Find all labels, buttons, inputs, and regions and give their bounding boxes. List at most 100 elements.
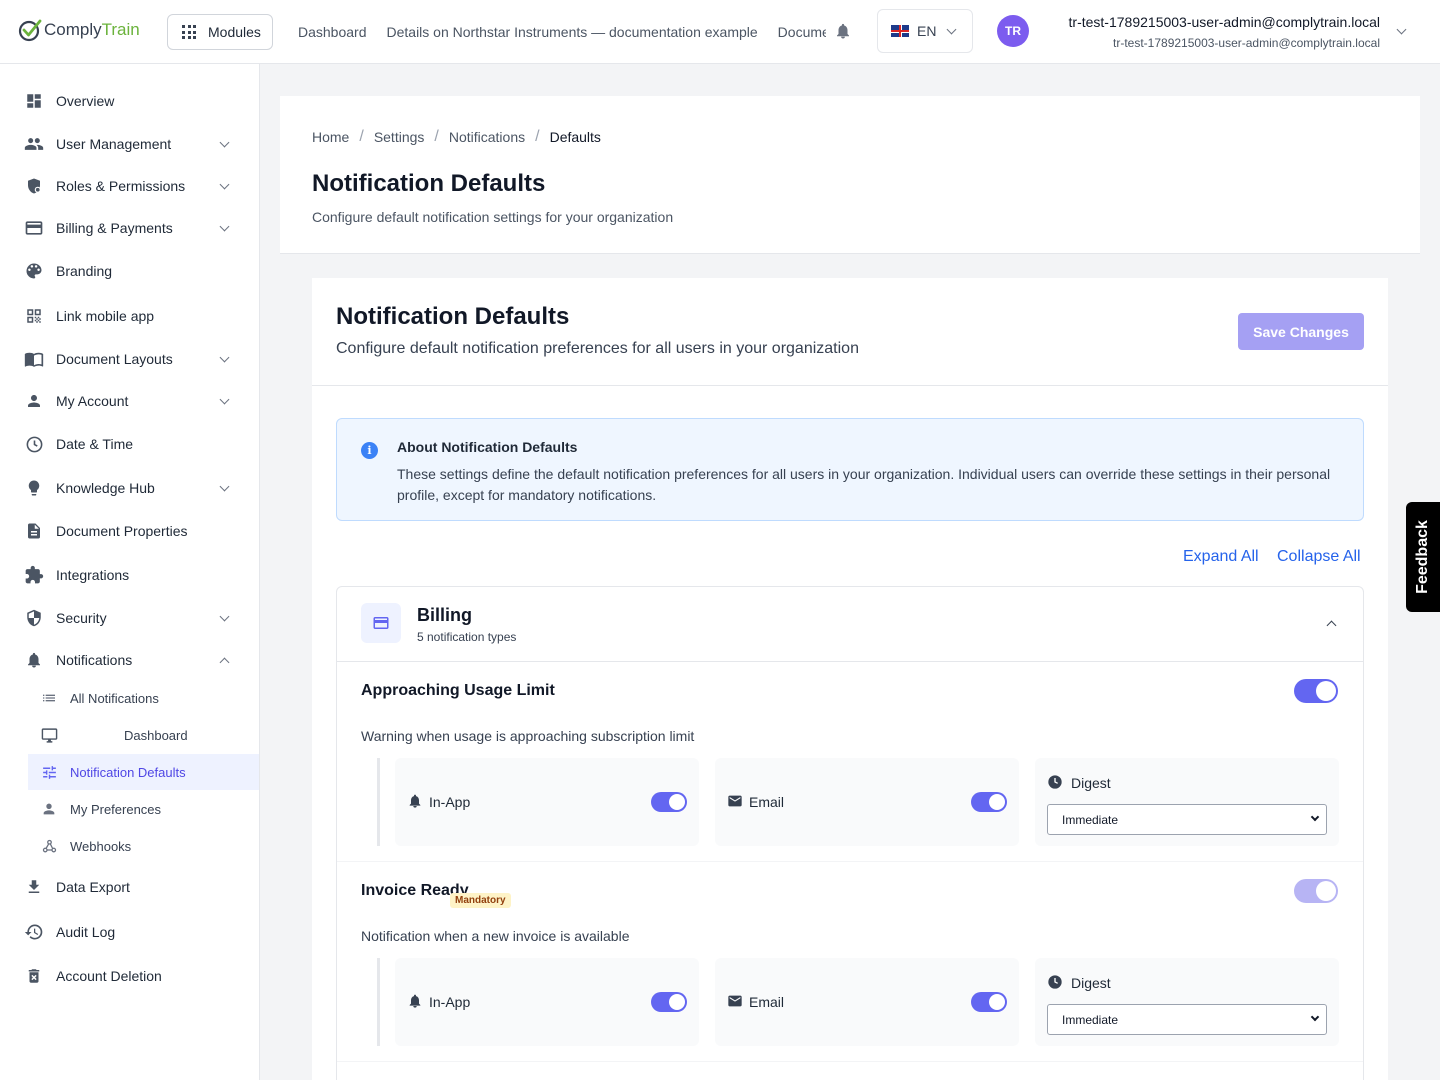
email-channel: Email [715, 758, 1019, 846]
chevron-down-icon [219, 221, 230, 232]
uk-flag-icon [891, 25, 909, 37]
modules-button[interactable]: Modules [167, 14, 273, 50]
clock-icon [24, 434, 44, 454]
brand-name-a: Comply [44, 20, 102, 39]
sidebar-item-label: Date & Time [56, 436, 134, 452]
email-toggle[interactable] [971, 792, 1007, 812]
sidebar-item-security[interactable]: Security [0, 600, 259, 636]
collapse-all-button[interactable]: Collapse All [1277, 548, 1361, 566]
digest-channel: Digest Immediate [1035, 758, 1339, 846]
sidebar-subitem-webhooks[interactable]: Webhooks [28, 828, 259, 864]
sidebar-item-label: Notifications [56, 652, 133, 668]
avatar[interactable]: TR [997, 15, 1029, 47]
sidebar-item-label: Account Deletion [56, 968, 162, 984]
panel-subtitle: Configure default notification preferenc… [336, 340, 859, 357]
sidebar-item-roles-permissions[interactable]: Roles & Permissions [0, 168, 259, 204]
breadcrumb-home[interactable]: Home [312, 129, 349, 145]
sidebar-item-audit-log[interactable]: Audit Log [0, 914, 259, 950]
sidebar-item-label: Branding [56, 263, 113, 279]
modules-label: Modules [208, 24, 261, 40]
digest-label: Digest [1071, 775, 1111, 791]
person-icon [24, 391, 44, 411]
in-app-toggle[interactable] [651, 992, 687, 1012]
grid-icon [182, 25, 196, 39]
sidebar-item-document-layouts[interactable]: Document Layouts [0, 341, 259, 377]
sidebar-item-label: My Account [56, 393, 129, 409]
sidebar-item-integrations[interactable]: Integrations [0, 557, 259, 593]
sidebar-item-knowledge-hub[interactable]: Knowledge Hub [0, 470, 259, 506]
qr-code-icon [24, 306, 44, 326]
sidebar-subitem-my-preferences[interactable]: My Preferences [28, 791, 259, 827]
puzzle-icon [24, 565, 44, 585]
sidebar-item-date-time[interactable]: Date & Time [0, 426, 259, 462]
sidebar-item-link-mobile-app[interactable]: Link mobile app [0, 298, 259, 334]
feedback-tab[interactable]: Feedback [1406, 502, 1440, 612]
document-icon [24, 521, 44, 541]
book-icon [24, 349, 44, 369]
clock-icon [1048, 775, 1062, 789]
user-name: tr-test-1789215003-user-admin@complytrai… [1068, 14, 1380, 30]
sidebar-item-label: Document Properties [56, 523, 188, 539]
notification-enabled-toggle[interactable] [1294, 679, 1338, 703]
category-header[interactable]: Billing 5 notification types [337, 587, 1363, 662]
sidebar-subitem-notification-defaults[interactable]: Notification Defaults [28, 754, 259, 790]
email-toggle[interactable] [971, 992, 1007, 1012]
user-email: tr-test-1789215003-user-admin@complytrai… [1113, 36, 1380, 50]
sidebar-item-label: Integrations [56, 567, 130, 583]
sidebar-item-label: Link mobile app [56, 308, 155, 324]
bell-icon[interactable] [834, 22, 852, 40]
user-menu-chevron-icon[interactable] [1396, 24, 1407, 35]
email-label: Email [749, 794, 785, 810]
notification-title: Approaching Usage Limit [361, 682, 555, 699]
in-app-toggle[interactable] [651, 792, 687, 812]
digest-select[interactable]: Immediate [1047, 1004, 1327, 1035]
notification-enabled-toggle [1294, 879, 1338, 903]
category-title: Billing [417, 605, 472, 625]
sidebar-item-billing-payments[interactable]: Billing & Payments [0, 210, 259, 246]
top-nav-dashboard[interactable]: Dashboard [298, 24, 367, 40]
sidebar-item-document-properties[interactable]: Document Properties [0, 513, 259, 549]
top-nav-details[interactable]: Details on Northstar Instruments — docum… [387, 24, 758, 40]
webhook-icon [40, 837, 58, 855]
app-logo[interactable]: Comply Train [18, 18, 140, 42]
sidebar-subitem-label: All Notifications [70, 690, 159, 706]
breadcrumb-notifications[interactable]: Notifications [449, 129, 525, 145]
digest-label: Digest [1071, 975, 1111, 991]
sidebar-subitem-all-notifications[interactable]: All Notifications [28, 680, 259, 716]
sidebar-item-notifications[interactable]: Notifications [0, 642, 259, 678]
envelope-icon [728, 795, 742, 807]
sidebar-item-label: User Management [56, 136, 172, 152]
chevron-up-icon [219, 657, 230, 668]
breadcrumb-settings[interactable]: Settings [374, 129, 425, 145]
panel-header: Notification Defaults Configure default … [312, 278, 1388, 386]
sidebar-item-label: Security [56, 610, 107, 626]
sidebar-item-branding[interactable]: Branding [0, 253, 259, 289]
top-nav-documents[interactable]: Documents [778, 24, 826, 40]
sidebar-item-user-management[interactable]: User Management [0, 126, 259, 162]
panel-title: Notification Defaults [336, 303, 570, 330]
top-navigation: Dashboard Details on Northstar Instrumen… [298, 0, 826, 64]
sidebar-subitem-dashboard[interactable]: Dashboard [28, 717, 259, 753]
users-icon [24, 134, 44, 154]
chevron-down-icon [219, 481, 230, 492]
digest-selected-value: Immediate [1062, 1012, 1119, 1027]
sidebar-item-overview[interactable]: Overview [0, 83, 259, 119]
sidebar-subitem-label: Notification Defaults [70, 764, 186, 780]
sidebar-item-account-deletion[interactable]: Account Deletion [0, 958, 259, 994]
sidebar-item-my-account[interactable]: My Account [0, 383, 259, 419]
info-banner: i About Notification Defaults These sett… [336, 418, 1364, 521]
save-changes-button[interactable]: Save Changes [1238, 313, 1364, 350]
language-selector[interactable]: EN [877, 9, 973, 53]
digest-select[interactable]: Immediate [1047, 804, 1327, 835]
mandatory-badge: Mandatory [450, 893, 511, 908]
chevron-down-icon [219, 352, 230, 363]
bell-icon [24, 650, 44, 670]
in-app-label: In-App [429, 794, 471, 810]
expand-all-button[interactable]: Expand All [1183, 548, 1259, 566]
sidebar-item-data-export[interactable]: Data Export [0, 869, 259, 905]
chevron-up-icon[interactable] [1326, 620, 1337, 631]
breadcrumb-current: Defaults [549, 129, 601, 145]
palette-icon [24, 261, 44, 281]
bell-icon [409, 794, 421, 808]
logo-check-icon [18, 19, 42, 42]
